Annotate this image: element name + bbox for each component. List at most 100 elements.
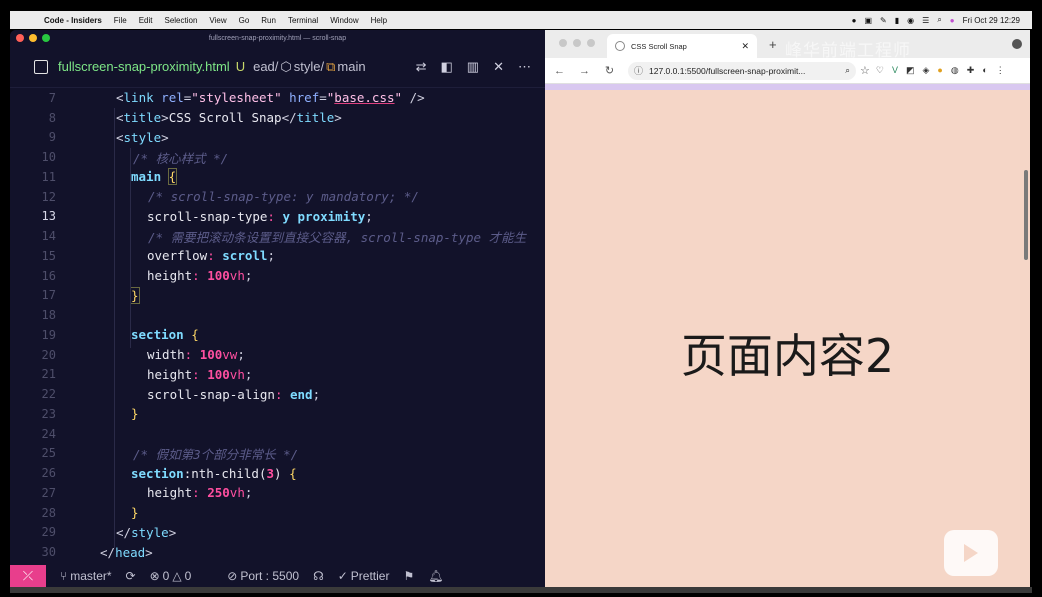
open-preview-icon[interactable]: ◧ [441,59,453,75]
menu-file[interactable]: File [114,16,127,25]
siri-icon[interactable]: ● [950,16,955,25]
close-tab-icon[interactable]: ✕ [741,41,749,52]
clock[interactable]: Fri Oct 29 12:29 [963,16,1020,25]
menu-go[interactable]: Go [239,16,250,25]
site-info-icon[interactable]: ⓘ [634,64,643,77]
back-icon[interactable]: ← [553,65,566,77]
address-bar[interactable]: ⓘ 127.0.0.1:5500/fullscreen-snap-proximi… [628,61,856,80]
code-comment: /* 核心样式 */ [133,150,229,166]
code-editor[interactable]: 7 <link rel="stylesheet" href="base.css" … [10,88,545,565]
indent-guide [130,148,131,348]
extensions-area: ♡ V ◩ ◈ ● ◍ ✚ ◐ ⋮ [876,65,1005,76]
code-line: 25 /* 假如第3个部分非常长 */ [10,444,545,464]
editor-tab-filename[interactable]: fullscreen-snap-proximity.html [58,59,230,74]
extension-icon-c[interactable]: ● [937,65,942,76]
pocket-icon[interactable]: ♡ [876,65,884,76]
minimize-window-button[interactable] [573,39,581,47]
code-line: 19 section { [10,325,545,345]
browser-menu-icon[interactable]: ⋮ [996,65,1005,76]
line-number: 8 [48,110,56,125]
problems-indicator[interactable]: ⊗ 0 △ 0 [150,569,192,583]
search-icon[interactable]: ⌕ [937,15,941,25]
notifications-bell-icon[interactable]: 🔔︎ [428,569,443,583]
code-line: 17} [10,286,545,306]
extension-icon-b[interactable]: ◈ [922,65,929,76]
forward-icon[interactable]: → [578,65,591,77]
title-text: CSS Scroll Snap [168,110,282,126]
vscode-titlebar: fullscreen-snap-proximity.html — scroll-… [10,30,545,46]
profile-icon[interactable]: ◐ [982,65,987,76]
symbol-icon: ⧉ [326,58,336,74]
code-line: 11 main { [10,167,545,187]
menu-view[interactable]: View [209,16,226,25]
vscode-window-title: fullscreen-snap-proximity.html — scroll-… [208,34,347,42]
code-line: 26 section:nth-child(3) { [10,463,545,483]
breadcrumb-item[interactable]: ead/ [253,59,278,74]
status-icon-a[interactable]: ▣ [864,16,872,25]
feedback-icon[interactable]: ⚑ [403,569,414,583]
vue-devtools-icon[interactable]: V [892,65,898,76]
code-line: 10 /* 核心样式 */ [10,147,545,167]
code-line: 16 height: 100vh; [10,266,545,286]
line-number: 13 [41,209,56,224]
menu-run[interactable]: Run [261,16,276,25]
line-number: 7 [48,90,56,105]
line-number: 21 [41,367,56,382]
zoom-window-button[interactable] [587,39,595,47]
tab-search-icon[interactable] [1012,39,1022,49]
browser-toolbar: ← → ↻ ⓘ 127.0.0.1:5500/fullscreen-snap-p… [545,58,1030,84]
extensions-puzzle-icon[interactable]: ✚ [967,65,975,76]
extension-icon-a[interactable]: ◩ [906,65,915,76]
close-tab-icon[interactable]: ✕ [493,59,504,75]
no-entry-icon: ⊘ [227,569,238,583]
branch-label: master* [70,569,112,583]
menu-help[interactable]: Help [371,16,387,25]
line-number: 18 [41,308,56,323]
remote-indicator-icon[interactable]: ⤫ [10,565,46,587]
prettier-status[interactable]: ✓ Prettier [338,569,390,583]
live-server-port[interactable]: ⊘ Port : 5500 [227,569,299,583]
split-editor-icon[interactable]: ▥ [467,59,479,75]
record-icon[interactable]: ● [852,16,857,25]
bookmark-star-icon[interactable]: ☆ [860,64,870,77]
page-top-bar [545,84,1030,90]
video-play-icon [944,530,998,576]
browser-tab-bar: CSS Scroll Snap ✕ + 峰华前端工程师 [545,30,1030,60]
user-icon[interactable]: ◉ [907,16,914,25]
sync-icon[interactable]: ⟳ [126,569,136,583]
menu-terminal[interactable]: Terminal [288,16,318,25]
menu-selection[interactable]: Selection [164,16,197,25]
line-number: 19 [41,327,56,342]
code-line: 27 height: 250vh; [10,483,545,503]
code-comment: /* 需要把滚动条设置到直接父容器, scroll-snap-type 才能生 [148,229,527,245]
copilot-icon[interactable]: ☊ [313,569,324,583]
code-line: 28} [10,503,545,523]
close-window-button[interactable] [559,39,567,47]
url-text: 127.0.0.1:5500/fullscreen-snap-proximit.… [649,65,806,76]
line-number: 29 [41,525,56,540]
extension-icon-d[interactable]: ◍ [951,65,959,76]
git-branch[interactable]: ⑂ master* [60,569,112,583]
browser-tab[interactable]: CSS Scroll Snap ✕ [607,34,757,58]
menu-app-name[interactable]: Code - Insiders [44,16,102,25]
battery-icon[interactable]: ▮ [895,16,899,25]
menu-edit[interactable]: Edit [139,16,153,25]
code-line: 18 [10,305,545,325]
breadcrumb-item[interactable]: main [337,59,365,74]
page-scrollbar[interactable] [1024,170,1028,260]
control-center-icon[interactable]: ☰ [922,16,929,25]
reload-icon[interactable]: ↻ [603,64,616,77]
new-tab-button[interactable]: + [769,37,777,52]
menu-window[interactable]: Window [330,16,358,25]
warning-count: 0 [184,569,192,583]
code-line: 22 scroll-snap-align: end; [10,384,545,404]
breadcrumb-item[interactable]: style/ [294,59,324,74]
breadcrumb[interactable]: ead/ ⬡ style/ ⧉ main [253,59,366,75]
status-bar: ⤫ ⑂ master* ⟳ ⊗ 0 △ 0 ⊘ Port : 5500 ☊ ✓ Prett… [10,565,545,587]
warning-icon: △ [172,569,182,583]
zoom-icon[interactable]: ⌕ [845,65,850,76]
git-compare-icon[interactable]: ⇄ [416,59,427,75]
more-actions-icon[interactable]: ⋯ [518,59,531,75]
error-icon: ⊗ [149,569,160,583]
pen-icon[interactable]: ✎ [880,16,887,25]
